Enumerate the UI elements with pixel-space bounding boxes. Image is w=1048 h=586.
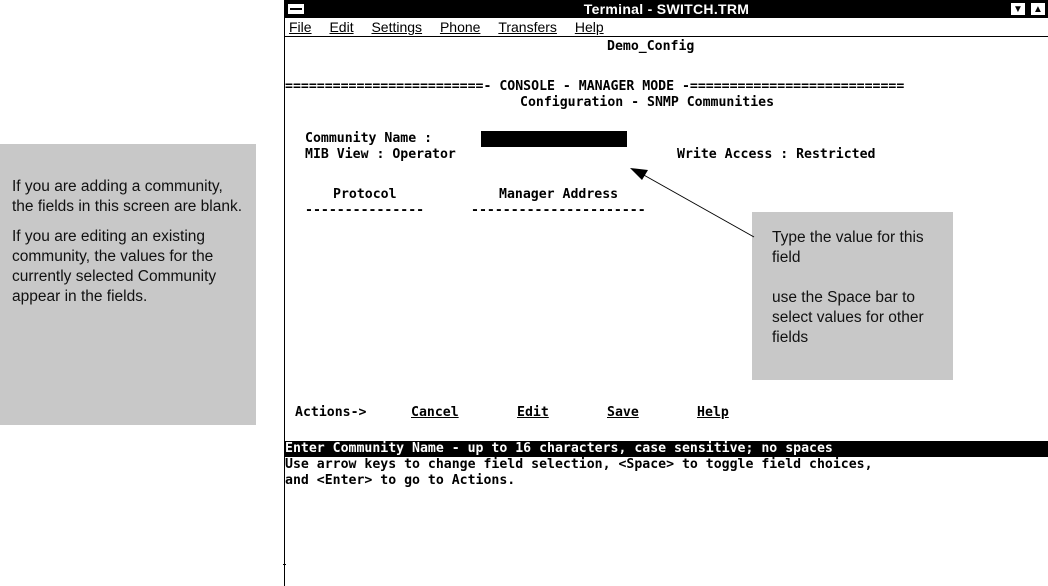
menu-edit[interactable]: Edit bbox=[329, 18, 353, 36]
edit-action[interactable]: Edit bbox=[517, 405, 549, 421]
protocol-column-rule: --------------- bbox=[305, 203, 425, 218]
screen-subtitle: Configuration - SNMP Communities bbox=[520, 95, 775, 110]
left-callout-editing-text: If you are editing an existing community… bbox=[12, 228, 217, 305]
menu-settings[interactable]: Settings bbox=[371, 18, 422, 36]
status-line: Enter Community Name - up to 16 characte… bbox=[285, 441, 1048, 457]
left-callout-adding-text: If you are adding a community, the field… bbox=[12, 178, 243, 215]
write-access-field[interactable]: Write Access : Restricted bbox=[677, 147, 876, 163]
title-bar: Terminal - SWITCH.TRM ▼ ▲ bbox=[285, 0, 1048, 18]
manager-address-column-header: Manager Address bbox=[499, 187, 619, 202]
menu-help[interactable]: Help bbox=[575, 18, 604, 36]
right-callout: Type the value for this field use the Sp… bbox=[752, 212, 953, 380]
host-name: Demo_Config bbox=[607, 39, 695, 54]
right-callout-space-text: use the Space bar to select values for o… bbox=[772, 289, 924, 346]
protocol-column-header: Protocol bbox=[333, 187, 397, 202]
help-line-2: and <Enter> to go to Actions. bbox=[285, 473, 516, 488]
maximize-icon[interactable]: ▲ bbox=[1030, 2, 1046, 16]
actions-label: Actions-> bbox=[295, 405, 367, 420]
menu-bar: File Edit Settings Phone Transfers Help bbox=[285, 18, 1048, 37]
edge-tick bbox=[283, 564, 286, 565]
menu-transfers[interactable]: Transfers bbox=[498, 18, 557, 36]
menu-file[interactable]: File bbox=[289, 18, 312, 36]
left-callout: If you are adding a community, the field… bbox=[0, 144, 256, 425]
save-action[interactable]: Save bbox=[607, 405, 639, 421]
right-callout-type-text: Type the value for this field bbox=[772, 229, 924, 266]
menu-phone[interactable]: Phone bbox=[440, 18, 480, 36]
mib-view-field[interactable]: MIB View : Operator bbox=[305, 147, 456, 163]
cancel-action[interactable]: Cancel bbox=[411, 405, 459, 421]
community-name-label: Community Name : bbox=[305, 131, 433, 146]
window-title: Terminal - SWITCH.TRM bbox=[583, 1, 750, 17]
help-action[interactable]: Help bbox=[697, 405, 729, 421]
community-name-field[interactable] bbox=[481, 131, 627, 147]
manager-column-rule: ---------------------- bbox=[471, 203, 646, 218]
minimize-icon[interactable]: ▼ bbox=[1010, 2, 1026, 16]
console-banner: =========================- CONSOLE - MAN… bbox=[285, 79, 905, 94]
help-line-1: Use arrow keys to change field selection… bbox=[285, 457, 873, 472]
